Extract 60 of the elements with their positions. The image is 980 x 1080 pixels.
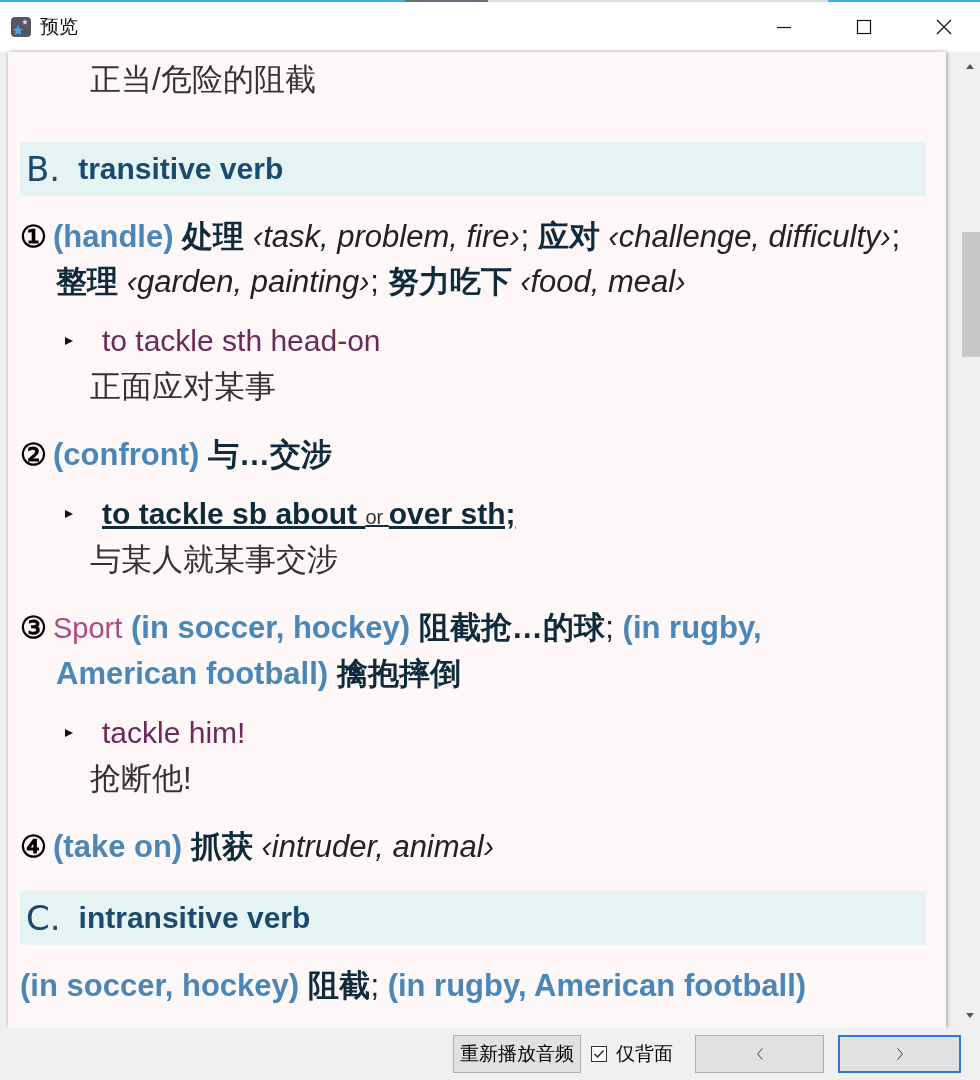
sense-gloss: (handle) <box>53 219 174 254</box>
sense-number: ② <box>20 438 47 471</box>
chinese-translation: 处理 <box>182 219 245 254</box>
sense-number: ④ <box>20 830 47 863</box>
collocation-text: ‹food, meal› <box>520 264 686 299</box>
close-icon[interactable] <box>936 19 952 35</box>
scroll-up-icon[interactable] <box>965 62 975 72</box>
sense-gloss: (confront) <box>53 437 200 472</box>
example-phrase: to tackle sth head-on <box>102 324 381 357</box>
part-of-speech-header: C. intransitive verb <box>20 891 926 945</box>
chinese-translation: 擒抱摔倒 <box>336 656 461 691</box>
bullet-icon <box>64 336 74 346</box>
sense-number: ③ <box>20 611 47 644</box>
example-phrase: to tackle sb about <box>102 497 358 530</box>
collocation-text: ‹intruder, animal› <box>261 829 495 864</box>
collocation-text: ‹garden, painting› <box>126 264 370 299</box>
sense-gloss: (in soccer, hockey) <box>130 610 411 645</box>
punctuation: ; <box>370 264 379 299</box>
chinese-translation: 努力吃下 <box>387 264 512 299</box>
sense-gloss: American football) <box>56 656 329 691</box>
example-translation: 抢断他! <box>89 760 193 798</box>
bullet-icon <box>64 728 74 738</box>
punctuation: ; <box>605 610 614 645</box>
chinese-translation: 阻截 <box>307 968 370 1003</box>
part-of-speech-header: B. transitive verb <box>20 142 926 196</box>
punctuation: ; <box>520 219 530 254</box>
window-title: 预览 <box>40 15 78 39</box>
example-translation: 正面应对某事 <box>89 368 277 406</box>
collocation-text: difficulty› <box>768 219 891 254</box>
translation-text: 正当/危险的阻截 <box>89 61 317 99</box>
punctuation: ; <box>370 968 379 1003</box>
next-button[interactable] <box>838 1035 961 1073</box>
scroll-thumb[interactable] <box>962 232 980 357</box>
example-phrase: over sth; <box>388 497 516 530</box>
subject-label: Sport <box>53 612 123 644</box>
chinese-translation: 阻截抢…的球 <box>418 610 605 645</box>
chevron-left-icon <box>755 1047 764 1061</box>
app-icon <box>10 16 32 38</box>
sense-gloss: (in rugby, <box>622 610 762 645</box>
maximize-icon[interactable] <box>856 19 872 35</box>
replay-audio-button[interactable]: 重新播放音频 <box>453 1035 581 1073</box>
punctuation: ; <box>891 219 901 254</box>
sense-gloss: (in soccer, hockey) <box>20 968 300 1003</box>
chevron-right-icon <box>895 1047 904 1061</box>
checkbox[interactable] <box>591 1046 607 1062</box>
bullet-icon <box>64 509 74 519</box>
collocation-text: ‹task, problem, fire› <box>252 219 520 254</box>
sense-gloss: (take on) <box>53 829 183 864</box>
chinese-translation: 抓获 <box>190 829 253 864</box>
chinese-translation: 整理 <box>56 264 118 299</box>
chinese-translation: 应对 <box>537 219 600 254</box>
example-translation: 与某人就某事交涉 <box>89 541 339 579</box>
sense-gloss: (in rugby, American football) <box>387 968 807 1003</box>
example-phrase: tackle him! <box>102 716 246 749</box>
scroll-down-icon[interactable] <box>965 1010 975 1020</box>
sense-number: ① <box>20 220 47 253</box>
collocation-text: ‹challenge, <box>608 219 760 254</box>
chinese-translation: 与…交涉 <box>207 437 332 472</box>
or-word: or <box>365 506 384 528</box>
checkbox-label[interactable]: 仅背面 <box>616 1041 673 1067</box>
